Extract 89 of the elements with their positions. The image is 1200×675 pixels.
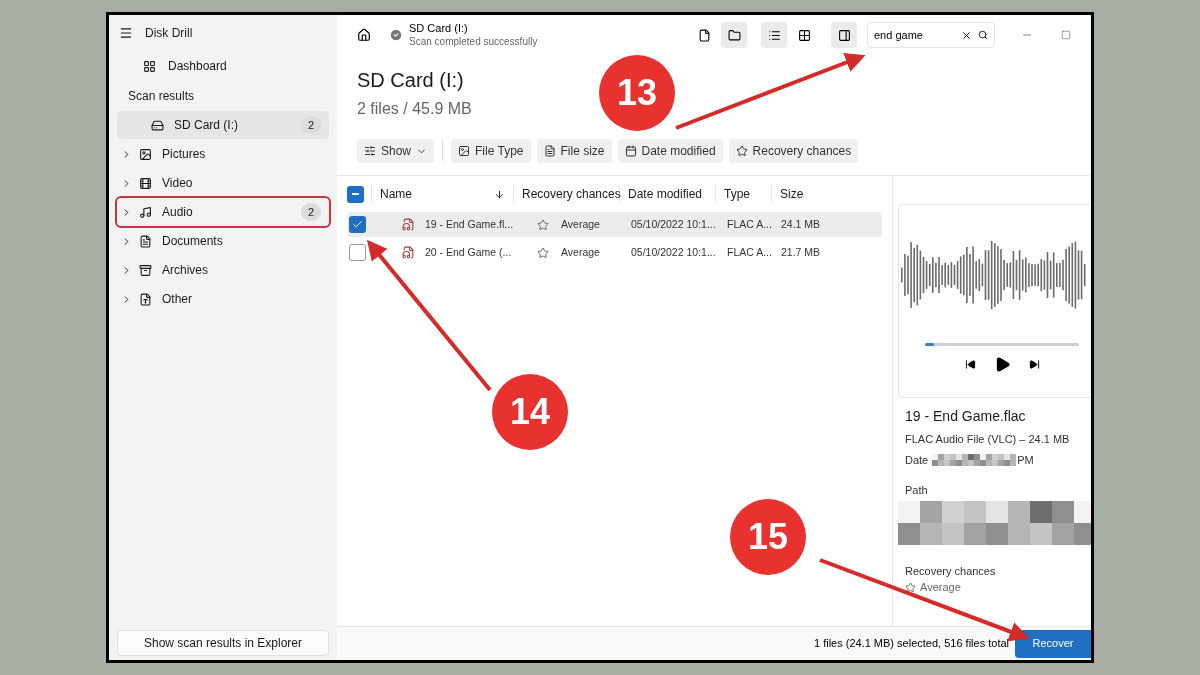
audio-icon xyxy=(139,205,152,219)
row-checkbox[interactable] xyxy=(349,216,366,233)
selection-status: 1 files (24.1 MB) selected, 516 files total xyxy=(813,636,1009,652)
menu-icon[interactable] xyxy=(119,26,133,40)
folder-icon xyxy=(727,28,741,42)
checkmark-icon xyxy=(352,219,363,230)
show-filter-icon xyxy=(364,145,376,157)
table-row[interactable]: 20 - End Game (... Average 05/10/2022 10:1... FLAC A... 21.7 MB xyxy=(347,240,882,265)
file-name: 20 - End Game (... xyxy=(425,244,513,260)
date-filter-icon xyxy=(624,145,637,157)
date-cell-text: 05/10/2022 10:1... xyxy=(631,244,717,260)
other-icon xyxy=(139,292,152,306)
sidebar-item[interactable]: Audio 2 xyxy=(117,198,329,226)
preview-icon xyxy=(837,28,851,42)
drive-icon xyxy=(151,118,164,132)
documents-icon xyxy=(139,234,152,248)
search-field[interactable]: end game xyxy=(867,22,995,48)
table-row[interactable]: 19 - End Game.fl... Average 05/10/2022 10:1... FLAC A... 24.1 MB xyxy=(347,212,882,237)
sort-icon[interactable] xyxy=(494,188,505,200)
file-name: 19 - End Game.fl... xyxy=(425,216,515,232)
home-icon[interactable] xyxy=(357,28,371,42)
search-icon[interactable] xyxy=(978,30,988,40)
size-filter-icon xyxy=(543,145,556,157)
column-header[interactable]: Date modified xyxy=(628,185,703,203)
page-heading: SD Card (I:) xyxy=(357,68,464,93)
recovery-chance: Average xyxy=(561,216,601,232)
column-header[interactable]: Name xyxy=(380,185,412,203)
date-suffix: PM xyxy=(1017,452,1034,468)
column-header[interactable]: Recovery chances xyxy=(522,185,621,203)
column-header[interactable]: Type xyxy=(724,185,750,203)
recovery-chance: Average xyxy=(561,244,601,260)
sidebar-item[interactable]: Pictures xyxy=(117,140,329,168)
file-icon xyxy=(697,28,711,42)
filter-button[interactable]: File Type xyxy=(451,139,531,163)
previous-icon[interactable] xyxy=(965,359,976,370)
clear-icon[interactable] xyxy=(961,29,972,41)
recover-button[interactable]: Recover xyxy=(1015,629,1091,658)
status-icon xyxy=(389,28,403,42)
preview-file-name: 19 - End Game.flac xyxy=(905,407,1027,426)
file-details: FLAC Audio File (VLC) – 24.1 MB xyxy=(905,432,1071,447)
grid-icon xyxy=(797,28,811,42)
file-summary: 2 files / 45.9 MB xyxy=(357,99,472,119)
star-icon xyxy=(537,218,549,231)
audio-file-icon xyxy=(402,246,415,259)
archives-icon xyxy=(139,263,152,277)
count-badge: 2 xyxy=(301,116,321,134)
section-heading: Scan results xyxy=(127,88,196,105)
next-icon[interactable] xyxy=(1029,359,1040,370)
row-checkbox[interactable] xyxy=(349,244,366,261)
sidebar-item[interactable]: SD Card (I:) 2 xyxy=(117,111,329,139)
type-cell-text: FLAC A... xyxy=(727,216,773,232)
app-title: Disk Drill xyxy=(145,25,193,42)
folder-view-button[interactable] xyxy=(721,22,747,48)
size-cell-text: 21.7 MB xyxy=(781,244,821,260)
type-cell-text: FLAC A... xyxy=(727,244,773,260)
preview-view-button[interactable] xyxy=(831,22,857,48)
recovery-value: Average xyxy=(920,580,961,595)
sidebar-item[interactable]: Other xyxy=(117,285,329,313)
playback-progress[interactable] xyxy=(925,343,935,346)
audio-file-icon xyxy=(402,218,415,231)
sidebar-item[interactable]: Video xyxy=(117,169,329,197)
recovery-filter-icon xyxy=(735,145,748,157)
column-header[interactable]: Size xyxy=(780,185,804,203)
filter-button[interactable]: Date modified xyxy=(617,139,723,163)
filter-button[interactable]: Recovery chances xyxy=(728,139,859,163)
filter-button[interactable]: Show xyxy=(357,139,435,163)
size-cell-text: 24.1 MB xyxy=(781,216,821,232)
count-badge: 2 xyxy=(301,203,321,221)
pictures-icon xyxy=(139,147,152,161)
select-all-checkbox[interactable] xyxy=(347,185,364,203)
recovery-label: Recovery chances xyxy=(905,563,997,579)
path-label: Path xyxy=(905,483,929,498)
filter-button[interactable]: File size xyxy=(536,139,612,163)
sidebar-item[interactable]: Documents xyxy=(117,227,329,255)
date-label: Date xyxy=(905,452,929,468)
play-icon[interactable] xyxy=(994,356,1011,373)
list-icon xyxy=(767,28,781,42)
star-icon xyxy=(905,581,916,593)
list-view-button[interactable] xyxy=(761,22,787,48)
sidebar-item[interactable]: Archives xyxy=(117,256,329,284)
grid-icon xyxy=(143,59,156,73)
scan-status: Scan completed successfully xyxy=(409,35,538,49)
type-filter-icon xyxy=(458,145,471,157)
dashboard-item[interactable]: Dashboard xyxy=(109,51,337,81)
date-cell-text: 05/10/2022 10:1... xyxy=(631,216,717,232)
explorer-button[interactable]: Show scan results in Explorer xyxy=(117,630,329,656)
drive-title: SD Card (I:) xyxy=(409,21,469,36)
video-icon xyxy=(139,176,152,190)
star-icon xyxy=(537,246,549,259)
